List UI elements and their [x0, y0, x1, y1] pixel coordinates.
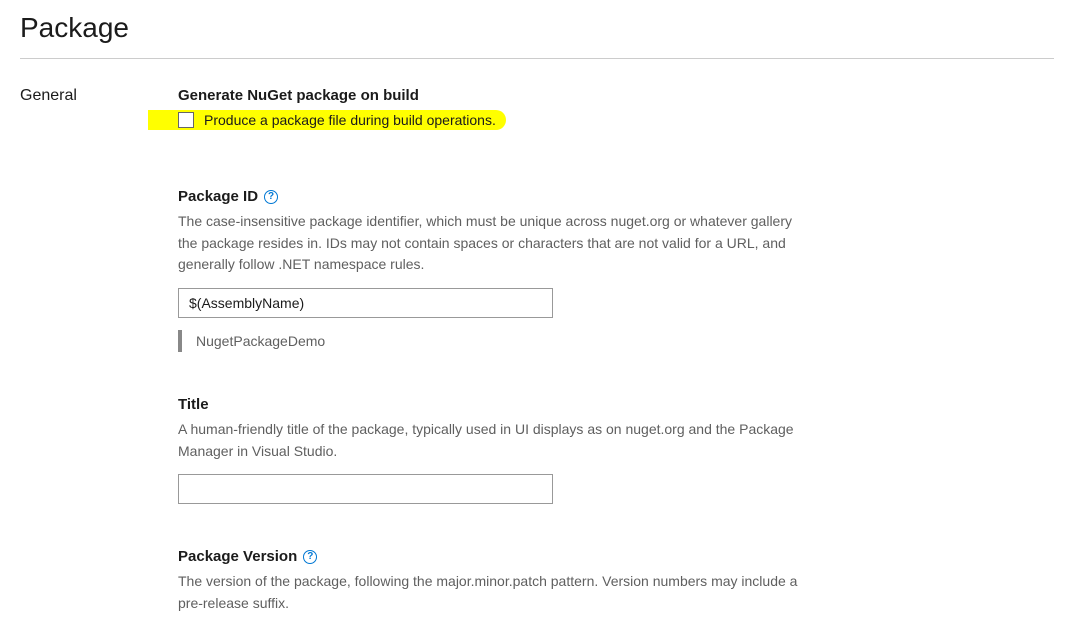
divider	[20, 58, 1054, 59]
section-label: General	[20, 87, 178, 105]
package-id-description: The case-insensitive package identifier,…	[178, 211, 808, 276]
package-id-label-text: Package ID	[178, 188, 258, 205]
package-version-group: Package Version ? The version of the pac…	[178, 548, 838, 614]
package-id-resolved-row: NugetPackageDemo	[178, 330, 838, 352]
package-version-description: The version of the package, following th…	[178, 571, 808, 614]
generate-nuget-label: Generate NuGet package on build	[178, 87, 838, 104]
title-label-text: Title	[178, 396, 209, 413]
page-title: Package	[20, 12, 1054, 44]
settings-column: Generate NuGet package on build Produce …	[178, 87, 838, 615]
package-id-label: Package ID ?	[178, 188, 838, 205]
package-id-resolved-value: NugetPackageDemo	[196, 333, 325, 349]
title-description: A human-friendly title of the package, t…	[178, 419, 808, 462]
title-group: Title A human-friendly title of the pack…	[178, 396, 838, 504]
package-version-label-text: Package Version	[178, 548, 297, 565]
produce-package-checkbox[interactable]	[178, 112, 194, 128]
help-icon[interactable]: ?	[264, 190, 278, 204]
package-version-label: Package Version ?	[178, 548, 838, 565]
highlight-marker: Produce a package file during build oper…	[154, 110, 506, 130]
general-section: General Generate NuGet package on build …	[20, 87, 1054, 615]
package-id-input[interactable]	[178, 288, 553, 318]
title-input[interactable]	[178, 474, 553, 504]
package-id-group: Package ID ? The case-insensitive packag…	[178, 188, 838, 352]
resolved-indicator-bar	[178, 330, 182, 352]
help-icon[interactable]: ?	[303, 550, 317, 564]
generate-nuget-group: Generate NuGet package on build Produce …	[178, 87, 838, 138]
title-label: Title	[178, 396, 838, 413]
produce-package-checkbox-label: Produce a package file during build oper…	[204, 112, 496, 128]
